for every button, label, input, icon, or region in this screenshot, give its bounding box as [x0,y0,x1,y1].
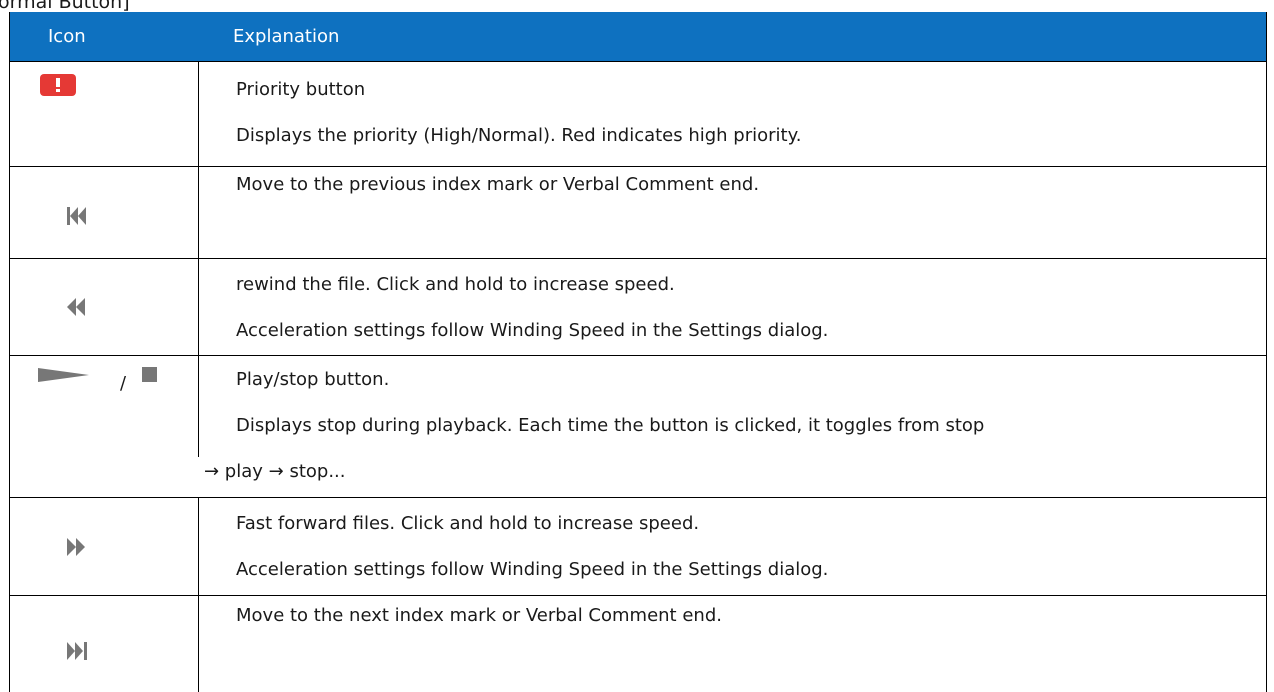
rewind-icon [67,296,85,318]
column-divider [198,259,199,355]
skip-previous-icon [67,205,87,227]
table-row-rewind: rewind the file. Click and hold to incre… [10,259,1266,356]
table-row-skip-next: Move to the next index mark or Verbal Co… [10,596,1266,692]
column-divider [198,356,199,457]
fast-forward-icon [67,536,85,558]
row-text-line: rewind the file. Click and hold to incre… [236,274,675,295]
skip-next-icon [67,640,87,662]
row-text-line: Play/stop button. [236,369,390,390]
column-divider [198,62,199,166]
row-text-line: Displays the priority (High/Normal). Red… [236,125,802,146]
row-text-line: Displays stop during playback. Each time… [236,415,985,436]
row-text-line: Acceleration settings follow Winding Spe… [236,559,829,580]
icon-explanation-table: Icon Explanation Priority button Display… [9,12,1267,692]
row-text-line: Acceleration settings follow Winding Spe… [236,320,829,341]
header-icon-column: Icon [48,26,86,47]
table-row-skip-previous: Move to the previous index mark or Verba… [10,167,1266,259]
row-text-line: Priority button [236,79,366,100]
row-text-line: Fast forward files. Click and hold to in… [236,513,700,534]
table-row-priority: Priority button Displays the priority (H… [10,62,1266,167]
column-divider [198,12,199,61]
row-text-line: Move to the previous index mark or Verba… [236,174,760,195]
table-header: Icon Explanation [10,12,1266,62]
table-row-play-stop: / Play/stop button. Displays stop during… [10,356,1266,498]
header-explanation-column: Explanation [233,26,340,47]
column-divider [198,498,199,595]
play-stop-icon [38,364,168,394]
priority-icon [40,74,76,96]
icon-separator: / [120,373,127,394]
table-row-fast-forward: Fast forward files. Click and hold to in… [10,498,1266,596]
row-text-line: → play → stop... [204,461,346,482]
column-divider [198,167,199,258]
column-divider [198,596,199,692]
row-text-line: Move to the next index mark or Verbal Co… [236,605,722,626]
